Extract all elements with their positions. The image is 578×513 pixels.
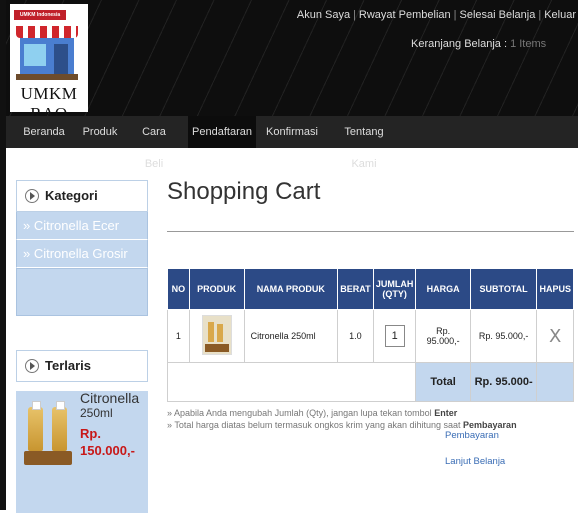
bottle-image	[28, 401, 43, 451]
cart-summary[interactable]: Keranjang Belanja : 1 Items	[411, 38, 546, 50]
shop-icon	[20, 38, 74, 74]
total-label: Total	[415, 362, 471, 402]
top-links: Akun Saya | Rwayat Pembelian | Selesai Belan…	[296, 9, 576, 21]
table-row: 1 Citronella 250ml 1.0 1 Rp. 95.000,- Rp…	[167, 309, 574, 363]
arrow-right-icon	[25, 189, 39, 203]
qty-input[interactable]: 1	[384, 325, 405, 347]
delete-icon[interactable]: X	[549, 326, 561, 347]
link-keluar[interactable]: Keluar	[544, 9, 576, 21]
logo-sign: UMKM Indonesia	[14, 10, 66, 20]
shop-awning-icon	[16, 26, 78, 38]
cell-hapus: X	[536, 309, 574, 363]
cart-label: Keranjang Belanja :	[411, 38, 508, 50]
total-spacer	[166, 362, 417, 402]
col-harga: HARGA	[415, 268, 471, 310]
cell-subtotal: Rp. 95.000,-	[469, 309, 538, 363]
cell-no: 1	[167, 309, 190, 363]
terlaris-header: Terlaris	[16, 350, 148, 382]
nav-cara-beli[interactable]: Cara Beli	[134, 116, 174, 170]
col-subtotal: SUBTOTAL	[469, 268, 538, 310]
sidebar-kategori: Kategori » Citronella Ecer » Citronella …	[16, 180, 148, 316]
cell-produk	[188, 309, 245, 363]
arrow-right-icon	[25, 359, 39, 373]
cell-harga: Rp. 95.000,-	[415, 309, 471, 363]
col-produk: PRODUK	[188, 268, 245, 310]
page-title: Shopping Cart	[167, 178, 321, 205]
pembayaran-link[interactable]: Pembayaran	[445, 430, 499, 441]
link-riwayat-pembelian[interactable]: Rwayat Pembelian	[359, 9, 451, 21]
nav-tentang-kami[interactable]: Tentang Kami	[332, 116, 396, 170]
note-qty: » Apabila Anda mengubah Jumlah (Qty), ja…	[167, 408, 458, 418]
product-box-image	[24, 451, 72, 465]
kategori-header: Kategori	[16, 180, 148, 212]
cell-berat: 1.0	[336, 309, 374, 363]
nav-pendaftaran[interactable]: Pendaftaran	[188, 116, 256, 148]
link-selesai-belanja[interactable]: Selesai Belanja	[460, 9, 536, 21]
site-header: UMKM Indonesia UMKM RAO Akun Saya | Rwayat…	[6, 0, 578, 116]
cart-table: NO PRODUK NAMA PRODUK BERAT JUMLAH (QTY)…	[166, 268, 574, 402]
col-nama-produk: NAMA PRODUK	[243, 268, 338, 310]
total-row: Total Rp. 95.000-	[166, 362, 574, 402]
col-berat: BERAT	[336, 268, 374, 310]
col-no: NO	[167, 268, 190, 310]
lanjut-belanja-link[interactable]: Lanjut Belanja	[445, 456, 505, 467]
site-logo[interactable]: UMKM Indonesia UMKM RAO	[10, 4, 88, 116]
title-divider	[167, 231, 574, 232]
link-akun-saya[interactable]: Akun Saya	[297, 9, 350, 21]
category-item-grosir[interactable]: » Citronella Grosir	[16, 240, 148, 268]
cart-item-count: 1 Items	[510, 38, 547, 50]
product-thumbnail[interactable]	[201, 315, 232, 355]
sidebar-terlaris: Terlaris Citronella 250ml Rp. 150.000,-	[16, 350, 148, 513]
cell-nama-produk: Citronella 250ml	[243, 309, 338, 363]
product-price: Rp. 150.000,-	[80, 426, 135, 458]
nav-produk[interactable]: Produk	[80, 116, 120, 148]
cart-notes: » Apabila Anda mengubah Jumlah (Qty), ja…	[167, 407, 517, 431]
bestseller-product[interactable]: Citronella 250ml Rp. 150.000,-	[16, 391, 148, 513]
col-hapus: HAPUS	[536, 268, 574, 310]
col-jumlah: JUMLAH (QTY)	[372, 268, 417, 310]
table-header-row: NO PRODUK NAMA PRODUK BERAT JUMLAH (QTY)…	[167, 268, 574, 310]
kategori-filler	[16, 268, 148, 316]
cell-jumlah: 1	[372, 309, 417, 363]
category-item-ecer[interactable]: » Citronella Ecer	[16, 212, 148, 240]
terlaris-title: Terlaris	[45, 358, 92, 373]
kategori-title: Kategori	[45, 188, 98, 203]
nav-beranda[interactable]: Beranda	[20, 116, 68, 148]
bottle-image	[52, 401, 67, 451]
product-name: Citronella 250ml	[80, 390, 140, 421]
shop-ground	[16, 74, 78, 80]
main-nav: Beranda Produk Cara Beli Pendaftaran Kon…	[6, 116, 578, 170]
total-value: Rp. 95.000-	[469, 362, 538, 402]
nav-konfirmasi[interactable]: Konfirmasi	[264, 116, 320, 148]
logo-name: UMKM RAO	[20, 84, 78, 116]
total-filler	[536, 362, 574, 402]
